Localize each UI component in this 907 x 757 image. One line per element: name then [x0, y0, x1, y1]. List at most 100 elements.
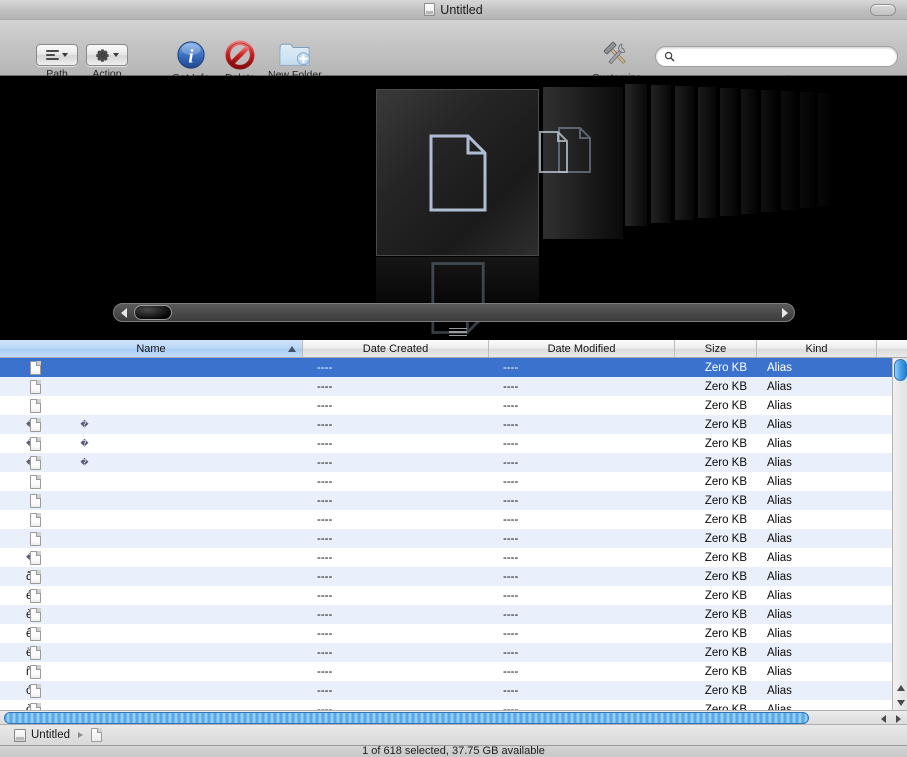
table-row[interactable]: � � ---- ---- Zero KB Alias	[0, 434, 892, 453]
list-horizontal-scrollbar[interactable]	[0, 710, 907, 725]
coverflow-cover-stack[interactable]	[741, 89, 757, 214]
path-button-surface[interactable]	[36, 44, 78, 66]
scroll-up-arrow-icon[interactable]	[893, 680, 907, 695]
column-header-label: Kind	[805, 342, 828, 355]
table-row[interactable]: � � ---- ---- Zero KB Alias	[0, 415, 892, 434]
path-bar-root-label[interactable]: Untitled	[31, 729, 70, 741]
search-field[interactable]	[655, 46, 898, 67]
coverflow-cover-stack[interactable]	[720, 88, 737, 216]
table-row[interactable]: ---- ---- Zero KB Alias	[0, 377, 892, 396]
cell-name[interactable]	[0, 472, 303, 491]
table-row[interactable]: ê ---- ---- Zero KB Alias	[0, 624, 892, 643]
coverflow-cover-stack[interactable]	[698, 87, 716, 218]
table-row[interactable]: é ---- ---- Zero KB Alias	[0, 586, 892, 605]
coverflow-cover-stack[interactable]	[625, 84, 647, 226]
table-row[interactable]: ò ---- ---- Zero KB Alias	[0, 700, 892, 710]
scroll-down-arrow-icon[interactable]	[893, 695, 907, 710]
column-header-date_modified[interactable]: Date Modified	[489, 340, 675, 357]
column-header-date_created[interactable]: Date Created	[303, 340, 489, 357]
cell-name[interactable]: � �	[0, 415, 303, 434]
cell-date-created: ----	[317, 418, 333, 431]
scroll-right-arrow-icon[interactable]	[891, 712, 905, 725]
cell-date-modified: ----	[503, 494, 519, 507]
coverflow-cover-stack[interactable]	[800, 92, 815, 208]
cell-name[interactable]: ê	[0, 624, 303, 643]
resize-grip-icon[interactable]	[449, 328, 469, 336]
table-row[interactable]: ð ---- ---- Zero KB Alias	[0, 567, 892, 586]
table-row[interactable]: ---- ---- Zero KB Alias	[0, 358, 892, 377]
document-icon[interactable]	[91, 728, 102, 742]
file-document-icon	[30, 418, 41, 432]
vertical-scroll-thumb[interactable]	[894, 359, 907, 381]
table-row[interactable]: ---- ---- Zero KB Alias	[0, 396, 892, 415]
cell-name[interactable]	[0, 377, 303, 396]
table-row[interactable]: � � ---- ---- Zero KB Alias	[0, 453, 892, 472]
coverflow-cover-stack[interactable]	[675, 86, 694, 220]
table-row[interactable]: ---- ---- Zero KB Alias	[0, 472, 892, 491]
cell-name[interactable]: � �	[0, 453, 303, 472]
cell-name[interactable]	[0, 396, 303, 415]
chevron-down-icon	[62, 53, 68, 57]
horizontal-scroll-arrows[interactable]	[876, 712, 905, 725]
toolbar-button-new-folder[interactable]: New Folder	[268, 41, 322, 81]
cell-name[interactable]: é	[0, 586, 303, 605]
file-document-icon	[30, 570, 41, 584]
column-header-kind[interactable]: Kind	[757, 340, 877, 357]
cell-name[interactable]	[0, 510, 303, 529]
cell-name[interactable]	[0, 358, 303, 377]
coverflow-cover-selected[interactable]	[376, 89, 539, 256]
table-row[interactable]: ---- ---- Zero KB Alias	[0, 510, 892, 529]
coverflow-cover-stack[interactable]	[651, 85, 671, 223]
cell-name[interactable]: � �	[0, 434, 303, 453]
document-icon	[424, 3, 436, 16]
column-header-name[interactable]: Name	[0, 340, 303, 357]
cell-date-modified: ----	[503, 703, 519, 711]
cell-name[interactable]: �	[0, 548, 303, 567]
coverflow-cover-stack[interactable]	[761, 90, 777, 212]
file-list[interactable]: ---- ---- Zero KB Alias ---- ---- Zero KB Alias…	[0, 358, 892, 710]
cell-name[interactable]: ò	[0, 700, 303, 710]
cell-name[interactable]: ð	[0, 567, 303, 586]
table-row[interactable]: ñ ---- ---- Zero KB Alias	[0, 662, 892, 681]
coverflow-cover-stack[interactable]	[818, 93, 832, 206]
file-document-icon	[30, 380, 41, 394]
volume-icon	[14, 728, 26, 742]
list-vertical-scrollbar[interactable]	[892, 358, 907, 710]
coverflow-scrollbar[interactable]	[113, 303, 795, 322]
toolbar-button-path[interactable]: Path	[36, 44, 78, 80]
cell-name[interactable]	[0, 529, 303, 548]
path-bar[interactable]: Untitled	[0, 725, 907, 746]
cell-kind: Alias	[767, 570, 792, 583]
toolbar-toggle-button[interactable]	[870, 4, 896, 16]
cell-name[interactable]: è	[0, 605, 303, 624]
coverflow-scroll-thumb[interactable]	[134, 305, 172, 320]
cell-name[interactable]	[0, 491, 303, 510]
status-text: 1 of 618 selected, 37.75 GB available	[362, 746, 545, 757]
scroll-left-arrow-icon[interactable]	[114, 304, 133, 321]
cell-kind: Alias	[767, 475, 792, 488]
table-row[interactable]: è ---- ---- Zero KB Alias	[0, 605, 892, 624]
coverflow-cover-stack[interactable]	[781, 91, 796, 210]
cell-name[interactable]: ñ	[0, 662, 303, 681]
action-button-surface[interactable]	[86, 44, 128, 66]
vertical-scroll-arrows[interactable]	[893, 680, 907, 710]
horizontal-scroll-thumb[interactable]	[4, 711, 809, 724]
table-row[interactable]: ë ---- ---- Zero KB Alias	[0, 643, 892, 662]
cell-date-created: ----	[317, 437, 333, 450]
search-input[interactable]	[675, 50, 890, 63]
table-row[interactable]: ---- ---- Zero KB Alias	[0, 491, 892, 510]
table-row[interactable]: ---- ---- Zero KB Alias	[0, 529, 892, 548]
table-row[interactable]: ó ---- ---- Zero KB Alias	[0, 681, 892, 700]
column-header-size[interactable]: Size	[675, 340, 757, 357]
scroll-left-arrow-icon[interactable]	[876, 712, 890, 725]
cell-name[interactable]: ë	[0, 643, 303, 662]
cell-date-created: ----	[317, 627, 333, 640]
toolbar-button-action[interactable]: Action	[86, 44, 128, 80]
cell-kind: Alias	[767, 494, 792, 507]
table-row[interactable]: � ---- ---- Zero KB Alias	[0, 548, 892, 567]
coverflow-view[interactable]	[0, 76, 907, 340]
cell-name[interactable]: ó	[0, 681, 303, 700]
document-icon-reflection	[430, 262, 485, 334]
scroll-right-arrow-icon[interactable]	[775, 304, 794, 321]
cell-date-created: ----	[317, 513, 333, 526]
